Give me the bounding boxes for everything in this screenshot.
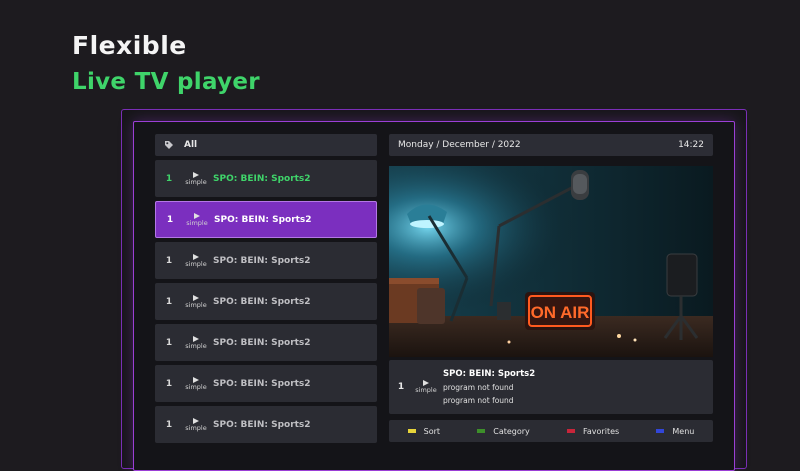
legend-menu[interactable]: Menu [656, 427, 694, 436]
current-time: 14:22 [678, 140, 704, 150]
channel-row[interactable]: 1 simple SPO: BEIN: Sports2 [155, 365, 377, 402]
video-player[interactable]: ON AIR [389, 166, 713, 357]
simple-logo-icon: simple [183, 376, 209, 391]
simple-logo-icon: simple [183, 335, 209, 350]
channel-name: SPO: BEIN: Sports2 [213, 378, 311, 389]
channel-name: SPO: BEIN: Sports2 [213, 255, 311, 266]
now-playing-channel: SPO: BEIN: Sports2 [443, 368, 536, 379]
simple-logo-icon: simple [183, 253, 209, 268]
on-air-studio-image: ON AIR [389, 166, 713, 357]
channel-row[interactable]: 1 simple SPO: BEIN: Sports2 [155, 242, 377, 279]
legend-category[interactable]: Category [477, 427, 530, 436]
channel-number: 1 [165, 337, 173, 348]
date-time-bar: Monday / December / 2022 14:22 [389, 134, 713, 156]
legend-favorites[interactable]: Favorites [567, 427, 619, 436]
channel-number: 1 [165, 378, 173, 389]
channel-name: SPO: BEIN: Sports2 [213, 296, 311, 307]
group-label: All [184, 140, 198, 150]
channel-number: 1 [166, 214, 174, 225]
now-playing-info: 1 simple SPO: BEIN: Sports2 program not … [389, 360, 713, 414]
current-date: Monday / December / 2022 [398, 140, 521, 150]
channel-number: 1 [397, 382, 405, 392]
simple-logo-icon: simple [184, 212, 210, 227]
channel-name: SPO: BEIN: Sports2 [213, 173, 311, 184]
channel-row[interactable]: 1 simple SPO: BEIN: Sports2 [155, 201, 377, 238]
legend-sort[interactable]: Sort [407, 427, 440, 436]
channel-number: 1 [165, 419, 173, 430]
channel-number: 1 [165, 173, 173, 184]
headline-title: Flexible [72, 31, 187, 60]
player-panel: Monday / December / 2022 14:22 ON AIR 1 … [389, 134, 713, 442]
group-filter-all[interactable]: All [155, 134, 377, 156]
headline-subtitle: Live TV player [72, 69, 260, 95]
channel-row[interactable]: 1 simple SPO: BEIN: Sports2 [155, 406, 377, 443]
yellow-key-icon [407, 429, 416, 433]
channel-name: SPO: BEIN: Sports2 [213, 337, 311, 348]
channel-number: 1 [165, 296, 173, 307]
channel-name: SPO: BEIN: Sports2 [214, 214, 312, 225]
red-key-icon [567, 429, 576, 433]
green-key-icon [477, 429, 486, 433]
channel-number: 1 [165, 255, 173, 266]
channel-row[interactable]: 1 simple SPO: BEIN: Sports2 [155, 283, 377, 320]
simple-logo-icon: simple [183, 294, 209, 309]
program-line-1: program not found [443, 382, 514, 392]
simple-logo-icon: simple [183, 171, 209, 186]
program-line-2: program not found [443, 395, 514, 405]
channel-row[interactable]: 1 simple SPO: BEIN: Sports2 [155, 324, 377, 361]
channel-row[interactable]: 1 simple SPO: BEIN: Sports2 [155, 160, 377, 197]
color-key-legend: Sort Category Favorites Menu [389, 420, 713, 442]
tag-icon [164, 140, 174, 150]
channel-name: SPO: BEIN: Sports2 [213, 419, 311, 430]
channel-list-panel: All 1 simple SPO: BEIN: Sports2 1 simple… [155, 134, 377, 443]
headline: Flexible Live TV player [72, 30, 260, 99]
blue-key-icon [656, 429, 665, 433]
svg-text:ON AIR: ON AIR [531, 303, 590, 322]
simple-logo-icon: simple [183, 417, 209, 432]
simple-logo-icon: simple [413, 380, 439, 394]
